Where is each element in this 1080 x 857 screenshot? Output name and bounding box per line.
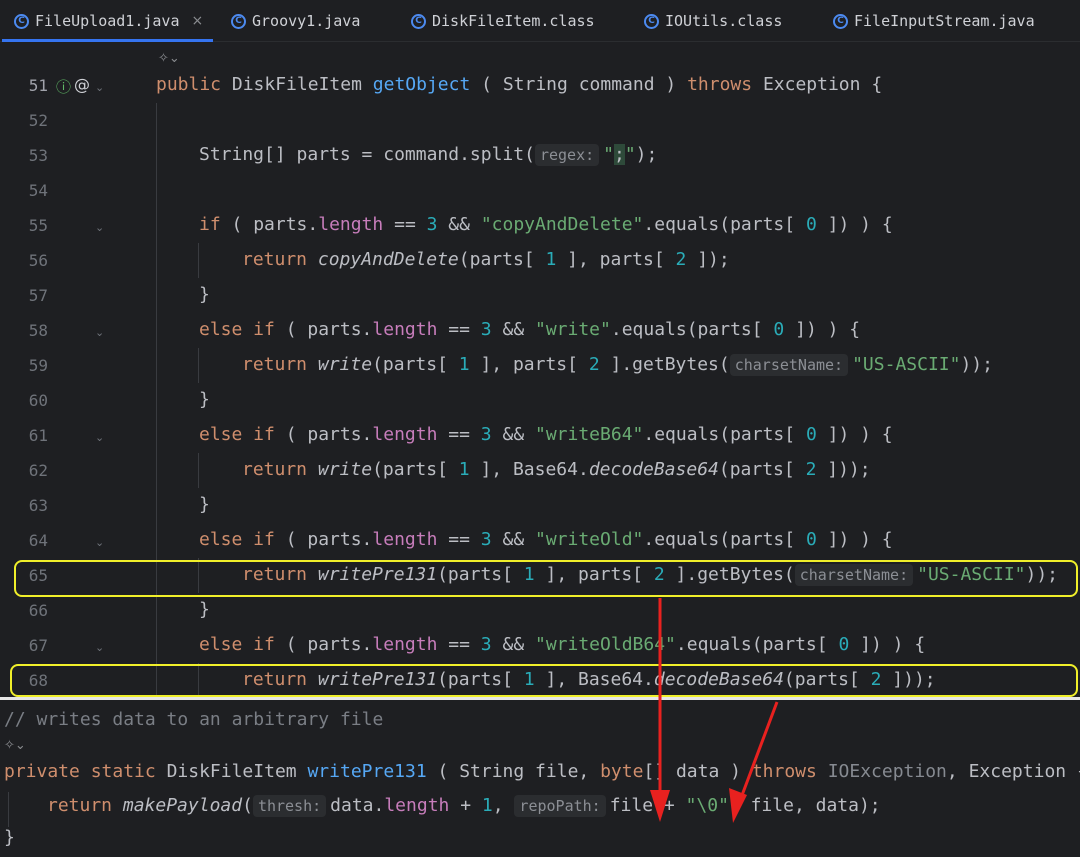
arrow-head	[650, 790, 670, 822]
arrow-line	[736, 701, 779, 807]
annotation-arrows	[650, 598, 779, 823]
